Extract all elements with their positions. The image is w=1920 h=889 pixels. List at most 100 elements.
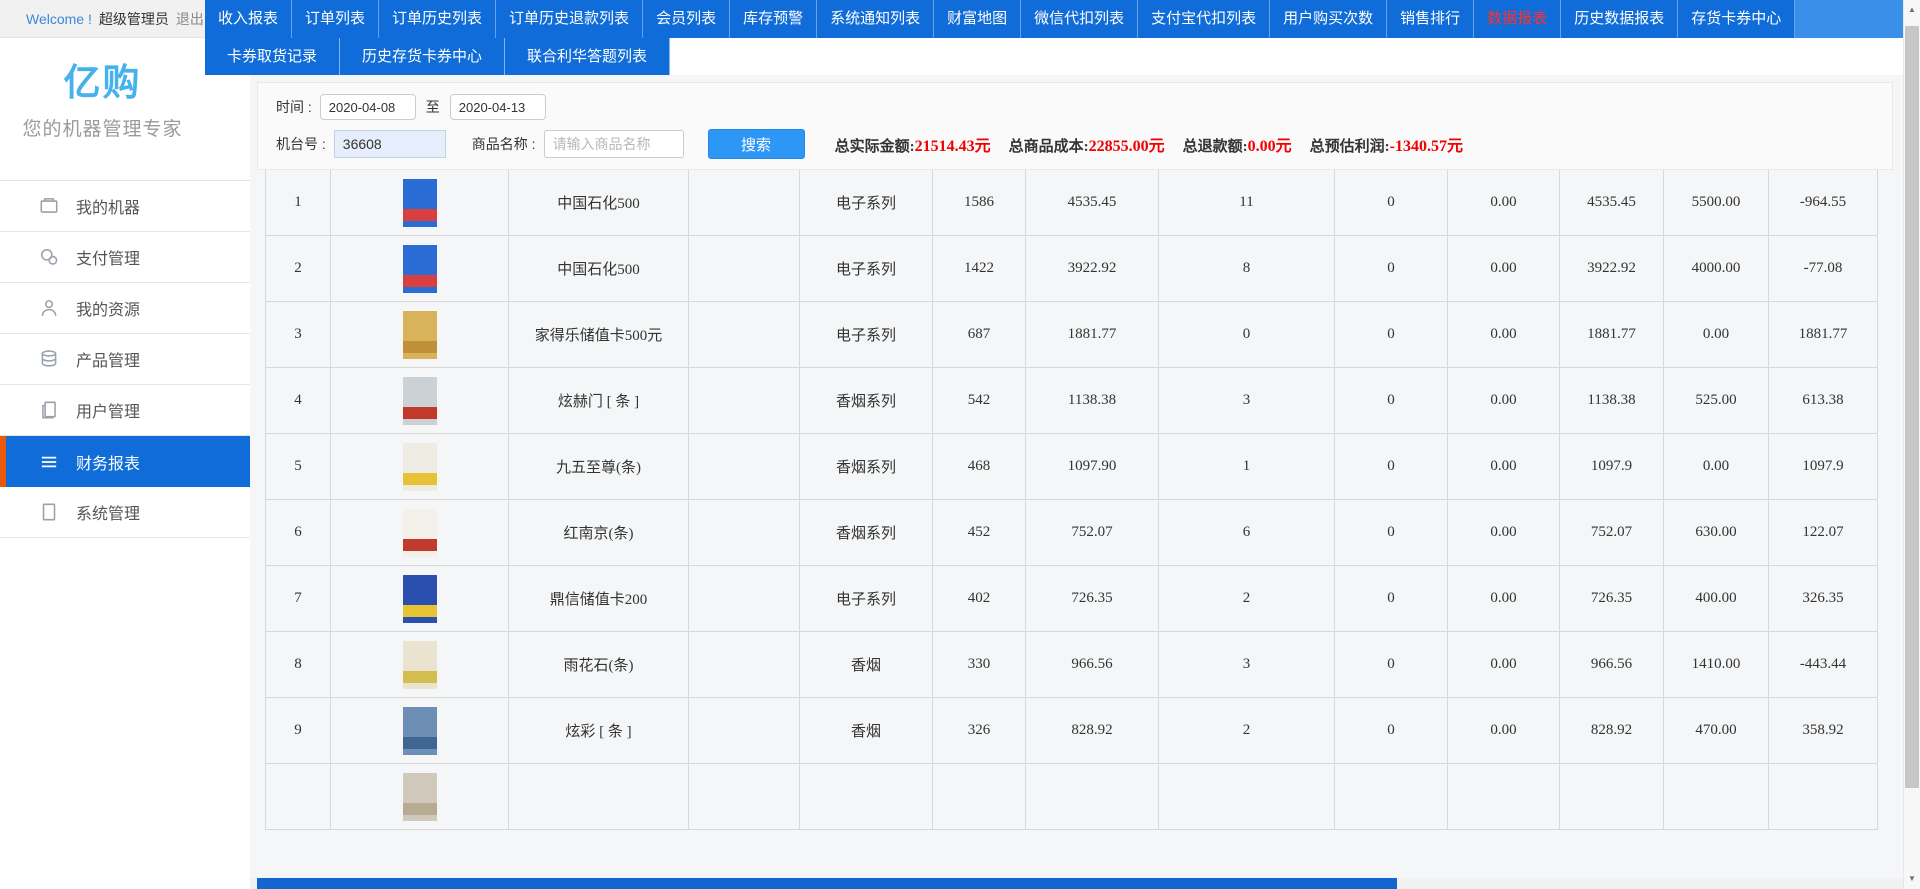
cell-name: 鼎信储值卡200	[509, 566, 689, 632]
report-table: 商品图片 商品名称 商品编码 分类 总销售 出货量 在线退款 利润分析 笔数 金…	[265, 91, 1878, 830]
nav-subtab[interactable]: 卡券取货记录	[205, 38, 340, 75]
resource-icon	[38, 297, 60, 319]
cell-s-amount: 1097.90	[1026, 434, 1159, 500]
logout-link[interactable]: 退出	[176, 9, 204, 29]
product-name-input[interactable]	[544, 130, 684, 158]
cell-r-count	[1335, 764, 1448, 830]
app: Welcome ! 超级管理员 退出 收入报表订单列表订单历史列表订单历史退款列…	[0, 0, 1920, 889]
sidebar-item-label: 我的资源	[76, 296, 140, 320]
summary-value: 21514.43元	[915, 138, 991, 155]
sidebar-item-产品管理[interactable]: 产品管理	[0, 334, 250, 385]
nav-subtab[interactable]: 历史存货卡券中心	[340, 38, 505, 75]
sidebar-item-label: 系统管理	[76, 500, 140, 524]
nav-tab[interactable]: 微信代扣列表	[1021, 0, 1138, 38]
vertical-scrollbar-thumb[interactable]	[1905, 26, 1919, 788]
cell-cost: 525.00	[1664, 368, 1769, 434]
cell-idx: 6	[266, 500, 331, 566]
cell-received: 4535.45	[1560, 170, 1664, 236]
cell-name: 家得乐储值卡500元	[509, 302, 689, 368]
nav-tab[interactable]: 会员列表	[643, 0, 730, 38]
sidebar-item-label: 用户管理	[76, 398, 140, 422]
product-image-cell	[331, 764, 509, 830]
nav-tab[interactable]: 收入报表	[205, 0, 292, 38]
cell-r-count: 0	[1335, 566, 1448, 632]
sidebar-item-系统管理[interactable]: 系统管理	[0, 487, 250, 538]
cell-category: 香烟	[800, 632, 933, 698]
scroll-up-arrow[interactable]: ▲	[1904, 0, 1920, 20]
vertical-scrollbar: ▲ ▼	[1903, 0, 1920, 889]
nav-tab[interactable]: 系统通知列表	[817, 0, 934, 38]
cell-profit: 613.38	[1769, 368, 1878, 434]
product-image-cell	[331, 236, 509, 302]
search-button[interactable]: 搜索	[708, 129, 805, 159]
cell-ship: 2	[1159, 698, 1335, 764]
cell-received: 828.92	[1560, 698, 1664, 764]
cell-r-count: 0	[1335, 500, 1448, 566]
cell-received: 1097.9	[1560, 434, 1664, 500]
scroll-down-arrow[interactable]: ▼	[1904, 869, 1920, 889]
machine-label: 机台号 :	[276, 134, 326, 154]
cell-s-amount: 3922.92	[1026, 236, 1159, 302]
nav-tab[interactable]: 数据报表	[1474, 0, 1561, 38]
to-label: 至	[426, 97, 440, 117]
nav-tab[interactable]: 财富地图	[934, 0, 1021, 38]
nav-tab[interactable]: 存货卡券中心	[1678, 0, 1795, 38]
cell-s-count: 402	[933, 566, 1026, 632]
sidebar-item-用户管理[interactable]: 用户管理	[0, 385, 250, 436]
cell-profit: 326.35	[1769, 566, 1878, 632]
machine-id-input[interactable]	[334, 130, 446, 158]
product-image	[403, 575, 437, 623]
product-image-cell	[331, 500, 509, 566]
cell-r-amount: 0.00	[1448, 170, 1560, 236]
horizontal-scrollbar-thumb[interactable]	[257, 878, 1397, 889]
cell-idx: 8	[266, 632, 331, 698]
nav-tab[interactable]: 历史数据报表	[1561, 0, 1678, 38]
cell-r-amount: 0.00	[1448, 302, 1560, 368]
product-image	[403, 245, 437, 293]
cell-idx: 4	[266, 368, 331, 434]
cell-r-amount: 0.00	[1448, 434, 1560, 500]
product-image-cell	[331, 698, 509, 764]
cell-s-amount: 1138.38	[1026, 368, 1159, 434]
cell-cost: 1410.00	[1664, 632, 1769, 698]
cell-r-count: 0	[1335, 434, 1448, 500]
cell-code	[689, 500, 800, 566]
cell-profit: 122.07	[1769, 500, 1878, 566]
time-label: 时间 :	[276, 97, 312, 117]
date-to-input[interactable]	[450, 94, 546, 120]
product-image-cell	[331, 302, 509, 368]
sidebar-item-我的资源[interactable]: 我的资源	[0, 283, 250, 334]
cell-r-count: 0	[1335, 302, 1448, 368]
sidebar-item-label: 财务报表	[76, 450, 140, 474]
cell-code	[689, 302, 800, 368]
date-from-input[interactable]	[320, 94, 416, 120]
summary-stat: 总预估利润:-1340.57元	[1310, 132, 1463, 156]
search-filter-row: 机台号 : 商品名称 : 搜索 总实际金额:21514.43元总商品成本:228…	[276, 129, 1463, 159]
cell-r-amount: 0.00	[1448, 368, 1560, 434]
cell-name: 炫彩 [ 条 ]	[509, 698, 689, 764]
cell-category: 电子系列	[800, 566, 933, 632]
nav-tab[interactable]: 库存预警	[730, 0, 817, 38]
cell-profit: 1097.9	[1769, 434, 1878, 500]
sidebar-item-财务报表[interactable]: 财务报表	[0, 436, 250, 487]
cell-cost: 0.00	[1664, 434, 1769, 500]
nav-tab[interactable]: 订单历史退款列表	[496, 0, 643, 38]
summary-stats: 总实际金额:21514.43元总商品成本:22855.00元总退款额:0.00元…	[835, 132, 1463, 156]
cell-idx: 7	[266, 566, 331, 632]
nav-tab[interactable]: 支付宝代扣列表	[1138, 0, 1270, 38]
sidebar-item-支付管理[interactable]: 支付管理	[0, 232, 250, 283]
nav-subtab[interactable]: 联合利华答题列表	[505, 38, 670, 75]
cell-name: 中国石化500	[509, 170, 689, 236]
nav-tab[interactable]: 订单历史列表	[379, 0, 496, 38]
cell-received: 3922.92	[1560, 236, 1664, 302]
product-image-cell	[331, 566, 509, 632]
nav-tab[interactable]: 订单列表	[292, 0, 379, 38]
nav-tab[interactable]: 用户购买次数	[1270, 0, 1387, 38]
cell-code	[689, 698, 800, 764]
sidebar-item-我的机器[interactable]: 我的机器	[0, 181, 250, 232]
cell-profit: 1881.77	[1769, 302, 1878, 368]
current-user-link[interactable]: 超级管理员	[99, 9, 169, 29]
nav-tab[interactable]: 销售排行	[1387, 0, 1474, 38]
cell-profit	[1769, 764, 1878, 830]
filter-panel: 时间 : 至 机台号 : 商品名称 : 搜索 总实际金额:21514.43元总商…	[257, 82, 1893, 170]
